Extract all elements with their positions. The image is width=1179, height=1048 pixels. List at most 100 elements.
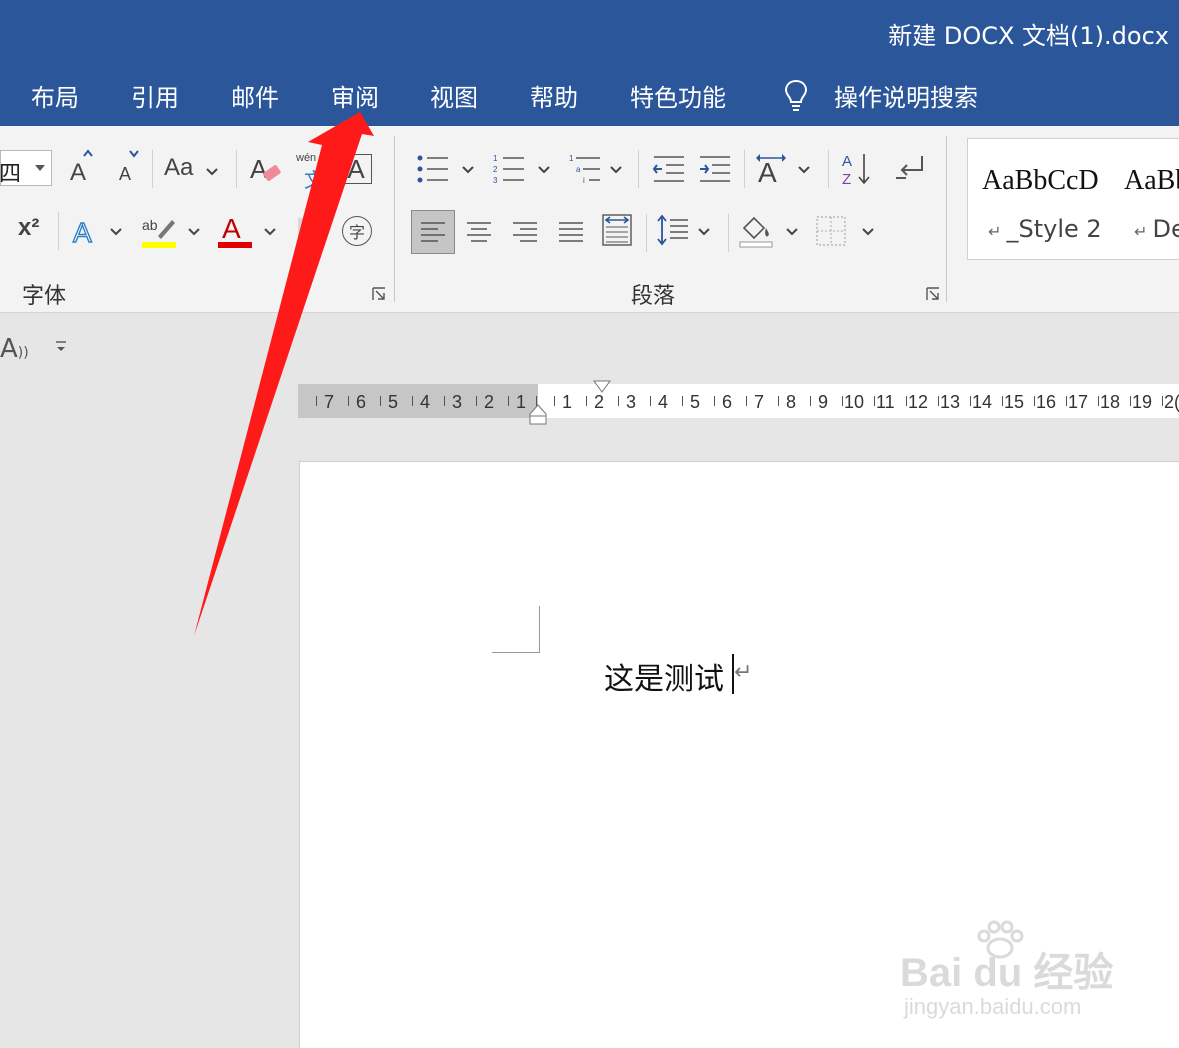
svg-text:A: A bbox=[119, 164, 131, 184]
character-border-button[interactable]: A bbox=[340, 154, 372, 184]
tab-layout[interactable]: 布局 bbox=[31, 78, 79, 113]
chevron-down-icon[interactable] bbox=[188, 228, 200, 236]
svg-text:A: A bbox=[842, 153, 852, 170]
align-left-icon bbox=[421, 222, 445, 242]
ribbon: 四 A A Aa A wén 文 A x² A ab A 字 字体 1 2 3 … bbox=[0, 126, 1179, 313]
change-case-button[interactable]: Aa bbox=[164, 154, 193, 182]
text-boundary-corner bbox=[492, 652, 540, 653]
ruler-tick bbox=[1098, 396, 1099, 406]
chinese-layout-icon[interactable]: A bbox=[754, 150, 788, 186]
svg-text:A: A bbox=[222, 213, 241, 244]
ruler-number: 4 bbox=[658, 392, 669, 412]
ruler-tick bbox=[380, 396, 381, 406]
font-size-value: 四 bbox=[0, 162, 22, 187]
document-body-text[interactable]: 这是测试 bbox=[604, 654, 724, 698]
separator bbox=[646, 214, 647, 252]
chevron-down-icon[interactable] bbox=[538, 166, 550, 174]
ruler-number: 17 bbox=[1068, 392, 1089, 412]
chevron-down-icon[interactable] bbox=[110, 228, 122, 236]
first-line-indent-marker[interactable] bbox=[593, 380, 611, 394]
read-aloud-icon[interactable]: A)) bbox=[0, 334, 29, 364]
ruler-number: 16 bbox=[1036, 392, 1057, 412]
ruler-tick bbox=[746, 396, 747, 406]
chevron-down-icon[interactable] bbox=[462, 166, 474, 174]
clear-formatting-icon[interactable]: A bbox=[246, 148, 286, 186]
distributed-icon[interactable] bbox=[602, 214, 632, 246]
line-spacing-icon[interactable] bbox=[656, 214, 690, 246]
svg-text:A: A bbox=[73, 217, 92, 248]
dialog-launcher-icon[interactable] bbox=[372, 287, 386, 301]
borders-icon[interactable] bbox=[816, 216, 846, 246]
tab-special-features[interactable]: 特色功能 bbox=[630, 78, 726, 113]
grow-font-icon[interactable]: A bbox=[66, 148, 94, 184]
chevron-down-icon[interactable] bbox=[206, 168, 218, 176]
lightbulb-icon[interactable] bbox=[782, 78, 810, 112]
ruler-tick bbox=[348, 396, 349, 406]
show-hide-marks-icon[interactable] bbox=[894, 152, 928, 186]
font-size-dropdown[interactable]: 四 bbox=[0, 150, 52, 187]
paragraph-group-label: 段落 bbox=[631, 284, 676, 309]
horizontal-ruler[interactable]: 7 6 5 4 3 2 1 1 2 3 4 5 6 7 8 9 10 11 12 13 14 15 16 17 18 19 2( bbox=[298, 380, 1179, 425]
dialog-launcher-icon[interactable] bbox=[926, 287, 940, 301]
decrease-indent-icon[interactable] bbox=[652, 152, 686, 186]
style-sample[interactable]: AaBb bbox=[1124, 165, 1179, 197]
ruler-number: 9 bbox=[818, 392, 829, 412]
chevron-down-icon[interactable] bbox=[786, 228, 798, 236]
align-right-icon[interactable] bbox=[512, 220, 538, 244]
svg-text:A: A bbox=[70, 159, 86, 184]
ruler-number: 12 bbox=[908, 392, 929, 412]
align-center-icon[interactable] bbox=[466, 220, 492, 244]
chevron-down-icon[interactable] bbox=[264, 228, 276, 236]
sort-icon[interactable]: A Z bbox=[840, 150, 874, 188]
justify-icon[interactable] bbox=[558, 220, 584, 244]
ruler-tick bbox=[444, 396, 445, 406]
align-left-button[interactable] bbox=[411, 210, 455, 254]
svg-text:Z: Z bbox=[842, 171, 851, 188]
font-color-icon[interactable]: A bbox=[216, 212, 254, 250]
shrink-font-icon[interactable]: A bbox=[114, 148, 142, 184]
tab-view[interactable]: 视图 bbox=[430, 78, 478, 113]
shading-icon[interactable] bbox=[738, 212, 774, 248]
character-shading-icon[interactable] bbox=[298, 218, 314, 244]
ruler-number: 3 bbox=[626, 392, 637, 412]
hanging-indent-marker[interactable] bbox=[529, 404, 547, 426]
phonetic-guide-label[interactable]: wén bbox=[296, 152, 316, 164]
chevron-down-icon[interactable] bbox=[862, 228, 874, 236]
chevron-down-icon[interactable] bbox=[698, 228, 710, 236]
ruler-number: 14 bbox=[972, 392, 993, 412]
style-sample[interactable]: AaBbCcD bbox=[982, 165, 1104, 197]
ruler-tick bbox=[1034, 396, 1035, 406]
chevron-down-icon[interactable] bbox=[798, 166, 810, 174]
text-effects-icon[interactable]: A bbox=[70, 212, 100, 248]
style-name[interactable]: ↵ De bbox=[1134, 215, 1179, 243]
tab-references[interactable]: 引用 bbox=[131, 78, 179, 113]
tab-mailings[interactable]: 邮件 bbox=[231, 78, 279, 113]
ruler-number: 2 bbox=[484, 392, 495, 412]
tab-review[interactable]: 审阅 bbox=[331, 78, 379, 113]
tell-me-search[interactable]: 操作说明搜索 bbox=[834, 78, 978, 113]
bullets-icon[interactable] bbox=[416, 152, 450, 186]
phonetic-guide-button[interactable]: 文 bbox=[304, 164, 324, 193]
ruler-tick bbox=[1162, 396, 1163, 406]
ruler-tick bbox=[1066, 396, 1067, 406]
customize-qat-icon[interactable] bbox=[55, 340, 67, 354]
style-name[interactable]: ↵ _Style 2 bbox=[988, 215, 1102, 243]
superscript-button[interactable]: x² bbox=[18, 214, 39, 242]
ruler-tick bbox=[842, 396, 843, 406]
highlight-color-icon[interactable]: ab bbox=[140, 212, 178, 250]
numbering-icon[interactable]: 1 2 3 bbox=[492, 152, 526, 186]
increase-indent-icon[interactable] bbox=[698, 152, 732, 186]
separator bbox=[728, 214, 729, 252]
chevron-down-icon[interactable] bbox=[610, 166, 622, 174]
ruler-number: 2( bbox=[1164, 392, 1179, 412]
multilevel-list-icon[interactable]: 1ai bbox=[568, 152, 602, 186]
styles-gallery: AaBbCcD ↵ _Style 2 AaBb ↵ De bbox=[967, 138, 1179, 260]
svg-text:a: a bbox=[576, 165, 581, 174]
ruler-tick bbox=[810, 396, 811, 406]
tab-help[interactable]: 帮助 bbox=[530, 78, 578, 113]
enclose-characters-button[interactable]: 字 bbox=[342, 216, 372, 246]
ruler-tick bbox=[650, 396, 651, 406]
ruler-tick bbox=[618, 396, 619, 406]
ruler-number: 4 bbox=[420, 392, 431, 412]
svg-text:i: i bbox=[583, 176, 585, 185]
